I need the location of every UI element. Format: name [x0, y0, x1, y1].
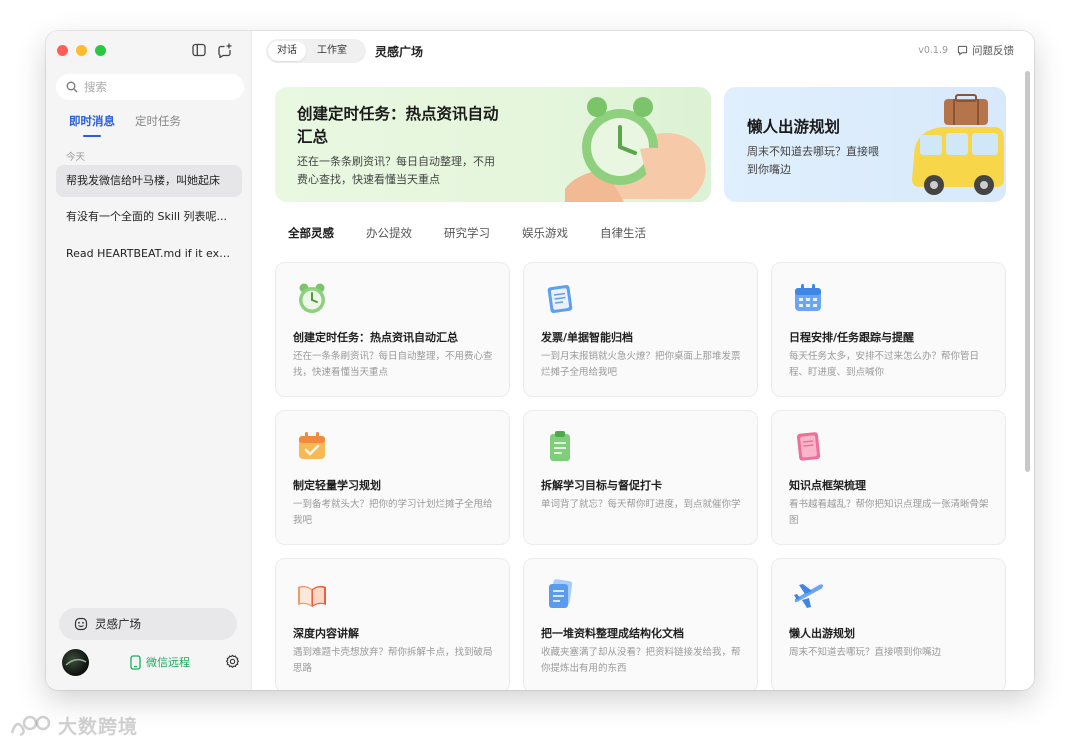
search-box[interactable] [56, 74, 244, 100]
card-description: 单词背了就忘？每天帮你盯进度，到点就催你学 [541, 499, 741, 510]
search-icon [66, 81, 78, 93]
watermark-text: 大数跨境 [58, 716, 139, 738]
card-title: 懒人出游规划 [789, 627, 855, 640]
tab-instant-messages[interactable]: 即时消息 [69, 113, 115, 137]
smile-icon [74, 617, 88, 631]
window-controls [57, 45, 106, 56]
inspiration-plaza-button[interactable]: 灵感广场 [59, 608, 237, 640]
gear-icon[interactable] [225, 654, 240, 669]
card-description: 每天任务太多，安排不过来怎么办？帮你管日程、盯进度、到点喊你 [789, 351, 980, 378]
sidebar-tabs: 即时消息 定时任务 [69, 113, 181, 137]
conversation-item[interactable]: Read HEARTBEAT.md if it exi... [56, 238, 242, 270]
card-description: 一到备考就头大？把你的学习计划烂摊子全甩给我吧 [293, 499, 493, 526]
inspiration-card[interactable]: 创建定时任务：热点资讯自动汇总 还在一条条刷资讯？每日自动整理，不用费心查找，快… [275, 262, 510, 397]
comment-icon [957, 45, 968, 56]
card-title: 发票/单据智能归档 [541, 331, 634, 344]
card-title: 深度内容讲解 [293, 627, 359, 640]
card-description: 看书越看越乱？帮你把知识点理成一张清晰骨架图 [789, 499, 989, 526]
inspiration-plaza-label: 灵感广场 [95, 617, 141, 631]
card-title: 把一堆资料整理成结构化文档 [541, 627, 684, 640]
tab-chat[interactable]: 对话 [268, 41, 306, 61]
feedback-button[interactable]: 问题反馈 [957, 43, 1014, 58]
wechat-remote-button[interactable]: 微信远程 [130, 654, 190, 670]
calendar-check-icon [299, 432, 325, 459]
category-study[interactable]: 研究学习 [444, 225, 490, 241]
watermark: 大数跨境 [8, 712, 138, 739]
featured-banner-travel[interactable]: 懒人出游规划 周末不知道去哪玩？直接喂到你嘴边 [724, 87, 1006, 202]
inspiration-card[interactable]: 拆解学习目标与督促打卡 单词背了就忘？每天帮你盯进度，到点就催你学 [523, 410, 758, 545]
card-description: 还在一条条刷资讯？每日自动整理，不用费心查找，快速看懂当天重点 [293, 351, 493, 378]
inspiration-card[interactable]: 知识点框架梳理 看书越看越乱？帮你把知识点理成一张清晰骨架图 [771, 410, 1006, 545]
top-bar: 对话 工作室 灵感广场 v0.1.9 问题反馈 [252, 31, 1034, 71]
banner-description: 还在一条条刷资讯？每日自动整理，不用费心查找，快速看懂当天重点 [297, 155, 495, 186]
alarm-clock-hand-icon [565, 97, 706, 202]
category-lifestyle[interactable]: 自律生活 [600, 225, 646, 241]
feedback-label: 问题反馈 [972, 45, 1014, 57]
alarm-clock-icon [299, 283, 325, 313]
airplane-icon [794, 584, 823, 608]
maximize-window-button[interactable] [95, 45, 106, 56]
travel-van-icon [912, 94, 1004, 195]
card-title: 日程安排/任务跟踪与提醒 [789, 331, 915, 344]
banner-title: 创建定时任务：热点资讯自动汇总 [297, 105, 499, 146]
conversation-item[interactable]: 有没有一个全面的 Skill 列表呢... [56, 201, 242, 233]
document-icon [547, 284, 573, 314]
category-all[interactable]: 全部灵感 [288, 225, 334, 241]
featured-banner-scheduled-news[interactable]: 创建定时任务：热点资讯自动汇总 还在一条条刷资讯？每日自动整理，不用费心查找，快… [275, 87, 711, 202]
category-games[interactable]: 娱乐游戏 [522, 225, 568, 241]
wechat-remote-label: 微信远程 [146, 656, 190, 669]
inspiration-card[interactable]: 发票/单据智能归档 一到月末报销就火急火燎？把你桌面上那堆发票烂摊子全甩给我吧 [523, 262, 758, 397]
category-tabs: 全部灵感 办公提效 研究学习 娱乐游戏 自律生活 [288, 225, 678, 241]
mode-switch: 对话 工作室 [266, 39, 366, 63]
minimize-window-button[interactable] [76, 45, 87, 56]
inspiration-card[interactable]: 日程安排/任务跟踪与提醒 每天任务太多，安排不过来怎么办？帮你管日程、盯进度、到… [771, 262, 1006, 397]
card-title: 拆解学习目标与督促打卡 [541, 479, 662, 492]
banner-title: 懒人出游规划 [747, 118, 841, 136]
inspiration-card[interactable]: 深度内容讲解 遇到难题卡壳想放弃？帮你拆解卡点，找到破局思路 [275, 558, 510, 690]
card-title: 知识点框架梳理 [789, 479, 866, 492]
notebook-icon [796, 432, 821, 461]
card-description: 一到月末报销就火急火燎？把你桌面上那堆发票烂摊子全甩给我吧 [541, 351, 741, 378]
tab-studio[interactable]: 工作室 [308, 41, 356, 61]
card-description: 收藏夹塞满了却从没看？把资料链接发给我，帮你提炼出有用的东西 [541, 647, 741, 674]
conversation-item[interactable]: 帮我发微信给叶马楼，叫她起床 [56, 165, 242, 197]
banner-description: 周末不知道去哪玩？直接喂到你嘴边 [747, 145, 879, 176]
phone-icon [130, 654, 141, 670]
card-description: 遇到难题卡壳想放弃？帮你拆解卡点，找到破局思路 [293, 647, 493, 674]
watermark-logo-icon [10, 715, 51, 736]
inspiration-card[interactable]: 制定轻量学习规划 一到备考就头大？把你的学习计划烂摊子全甩给我吧 [275, 410, 510, 545]
inspiration-card[interactable]: 懒人出游规划 周末不知道去哪玩？直接喂到你嘴边 [771, 558, 1006, 690]
user-avatar[interactable] [62, 649, 89, 676]
card-title: 创建定时任务：热点资讯自动汇总 [293, 331, 458, 344]
card-title: 制定轻量学习规划 [293, 479, 381, 492]
sidebar: 即时消息 定时任务 今天 帮我发微信给叶马楼，叫她起床 有没有一个全面的 Ski… [46, 31, 252, 690]
scrollbar[interactable] [1025, 71, 1030, 472]
open-book-icon [298, 585, 326, 607]
app-window: 即时消息 定时任务 今天 帮我发微信给叶马楼，叫她起床 有没有一个全面的 Ski… [46, 31, 1034, 690]
new-chat-icon[interactable] [217, 42, 233, 58]
page-title: 灵感广场 [375, 45, 424, 59]
card-description: 周末不知道去哪玩？直接喂到你嘴边 [789, 647, 942, 658]
calendar-icon [795, 284, 821, 311]
search-input[interactable] [84, 80, 224, 94]
main-content: 对话 工作室 灵感广场 v0.1.9 问题反馈 创建定时任务：热点资讯自动汇总 … [252, 31, 1034, 690]
inspiration-card[interactable]: 把一堆资料整理成结构化文档 收藏夹塞满了却从没看？把资料链接发给我，帮你提炼出有… [523, 558, 758, 690]
toggle-sidebar-icon[interactable] [191, 42, 207, 58]
clipboard-icon [550, 431, 570, 461]
version-label: v0.1.9 [918, 45, 948, 56]
stacked-docs-icon [549, 579, 573, 608]
category-office[interactable]: 办公提效 [366, 225, 412, 241]
close-window-button[interactable] [57, 45, 68, 56]
tab-scheduled-tasks[interactable]: 定时任务 [135, 113, 181, 129]
section-today-label: 今天 [66, 152, 86, 163]
